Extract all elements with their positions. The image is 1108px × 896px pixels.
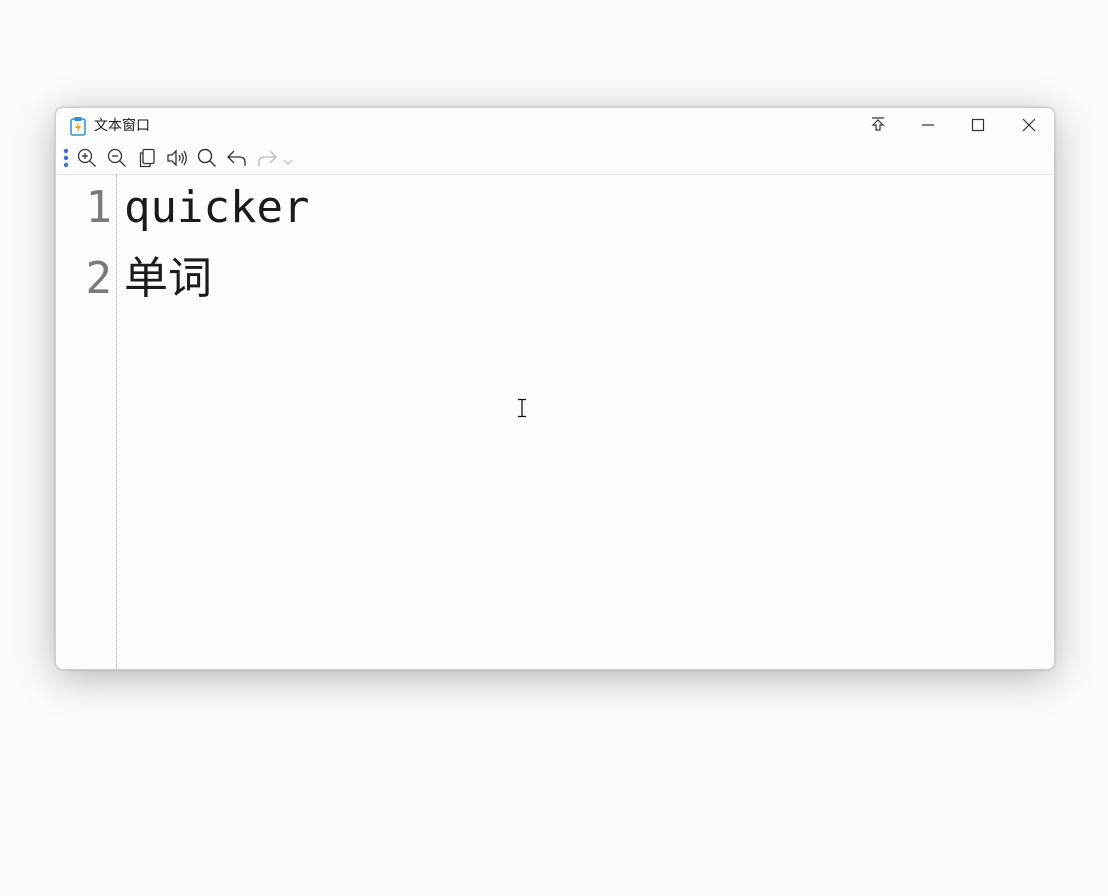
undo-button[interactable] (224, 148, 250, 172)
dropdown-chevron-icon (283, 151, 293, 170)
zoom-out-button[interactable] (104, 148, 130, 172)
clipboard-app-icon (68, 116, 88, 136)
zoom-in-button[interactable] (74, 148, 100, 172)
text-cursor-icon (516, 398, 528, 418)
undo-icon (226, 148, 248, 172)
text-editor[interactable]: 1 quicker 2 单词 (56, 175, 1054, 669)
copy-button[interactable] (134, 148, 160, 172)
more-icon (63, 148, 69, 172)
toolbar (56, 146, 1054, 174)
zoom-out-icon (107, 148, 127, 172)
speak-button[interactable] (164, 148, 190, 172)
pin-top-button[interactable] (858, 114, 898, 138)
window-title: 文本窗口 (94, 118, 150, 134)
maximize-icon (971, 117, 985, 136)
redo-dropdown-button[interactable] (280, 148, 296, 172)
minimize-button[interactable] (908, 114, 948, 138)
editor-line[interactable]: quicker (124, 178, 309, 238)
search-icon (197, 148, 217, 172)
close-icon (1022, 117, 1036, 136)
more-button[interactable] (58, 148, 74, 172)
close-button[interactable] (1009, 114, 1049, 138)
redo-icon (256, 148, 278, 172)
minimize-icon (921, 117, 935, 136)
line-number: 1 (85, 182, 113, 233)
copy-icon (137, 148, 157, 172)
pin-top-icon (870, 116, 886, 136)
line-number: 2 (85, 253, 113, 304)
text-window: 文本窗口 1 quicker 2 单词 (55, 107, 1055, 670)
gutter-divider (116, 175, 117, 669)
maximize-button[interactable] (958, 114, 998, 138)
redo-button[interactable] (254, 148, 280, 172)
zoom-in-icon (77, 148, 97, 172)
speaker-icon (166, 148, 188, 172)
title-bar[interactable]: 文本窗口 (56, 108, 1054, 144)
editor-line[interactable]: 单词 (124, 249, 212, 309)
search-button[interactable] (194, 148, 220, 172)
